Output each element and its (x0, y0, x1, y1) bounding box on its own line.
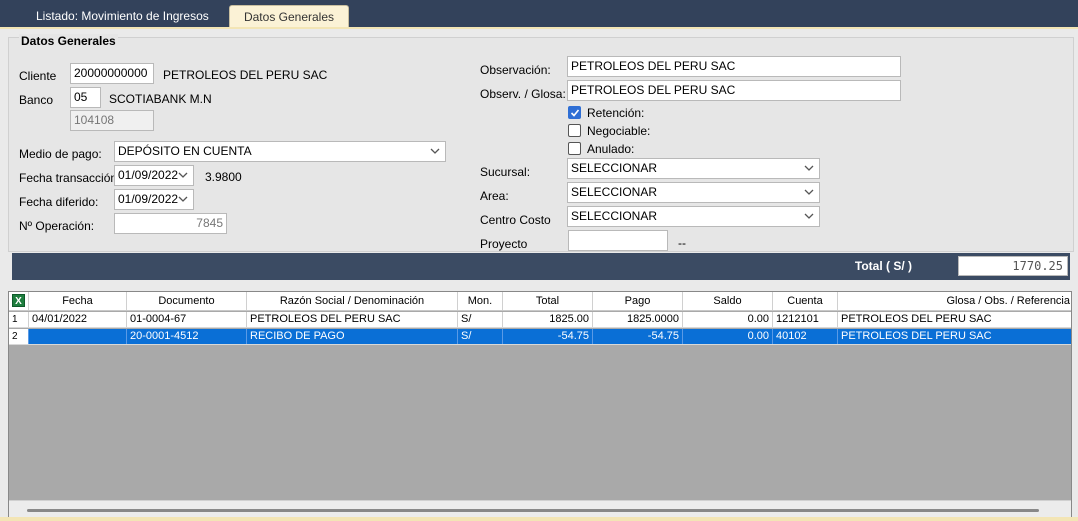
bottom-strip (0, 517, 1078, 521)
cell-cuenta: 1212101 (773, 312, 838, 327)
area-select[interactable]: SELECCIONAR (567, 182, 820, 203)
table-row[interactable]: 1 04/01/2022 01-0004-67 PETROLEOS DEL PE… (9, 312, 1071, 328)
cell-moneda: S/ (458, 329, 503, 344)
cell-documento: 20-0001-4512 (127, 329, 247, 344)
proyecto-suffix: -- (678, 236, 686, 250)
anulado-label: Anulado: (587, 142, 635, 156)
banco-account-field: 104108 (70, 110, 154, 131)
banco-code-input[interactable]: 05 (70, 87, 101, 108)
cell-saldo: 0.00 (683, 312, 773, 327)
col-header-cuenta[interactable]: Cuenta (773, 292, 838, 310)
area-value: SELECCIONAR (571, 185, 658, 199)
export-excel-cell[interactable]: X (9, 292, 29, 310)
group-title: Datos Generales (19, 34, 118, 48)
cell-total: -54.75 (503, 329, 593, 344)
chevron-down-icon (178, 172, 188, 178)
glosa-input[interactable]: PETROLEOS DEL PERU SAC (567, 80, 901, 101)
excel-icon[interactable]: X (12, 294, 25, 307)
fecha-transaccion-picker[interactable]: 01/09/2022 (114, 165, 194, 186)
proyecto-label: Proyecto (480, 237, 528, 251)
tab-bar: Listado: Movimiento de Ingresos Datos Ge… (0, 0, 1078, 28)
total-value: 1770.25 (958, 256, 1068, 276)
cliente-label: Cliente (19, 69, 57, 83)
glosa-label: Observ. / Glosa: (480, 87, 566, 101)
centro-costo-label: Centro Costo (480, 213, 551, 227)
sucursal-value: SELECCIONAR (571, 161, 658, 175)
tab-listado[interactable]: Listado: Movimiento de Ingresos (26, 5, 219, 27)
chevron-down-icon (804, 165, 814, 171)
observacion-label: Observación: (480, 63, 551, 77)
tab-datos-generales[interactable]: Datos Generales (229, 5, 349, 28)
negociable-checkbox[interactable] (568, 124, 581, 137)
chevron-down-icon (804, 213, 814, 219)
row-number: 2 (9, 329, 29, 344)
sucursal-label: Sucursal: (480, 165, 531, 179)
table-row[interactable]: 2 20-0001-4512 RECIBO DE PAGO S/ -54.75 … (9, 329, 1071, 345)
centro-costo-value: SELECCIONAR (571, 209, 658, 223)
banco-label: Banco (19, 93, 54, 107)
negociable-label: Negociable: (587, 124, 651, 138)
cell-glosa: PETROLEOS DEL PERU SAC (841, 330, 992, 342)
datos-generales-group: Datos Generales Cliente 20000000000 PETR… (8, 34, 1074, 252)
banco-name: SCOTIABANK M.N (109, 92, 212, 106)
cell-razon-social: PETROLEOS DEL PERU SAC (247, 312, 458, 327)
chevron-down-icon (178, 196, 188, 202)
cell-glosa: PETROLEOS DEL PERU SAC (841, 313, 992, 325)
medio-pago-select[interactable]: DEPÓSITO EN CUENTA (114, 141, 446, 162)
retencion-label: Retención: (587, 106, 645, 120)
total-bar: Total ( S/ ) 1770.25 (12, 253, 1070, 280)
sucursal-select[interactable]: SELECCIONAR (567, 158, 820, 179)
fecha-transaccion-value: 01/09/2022 (118, 168, 179, 182)
cell-moneda: S/ (458, 312, 503, 327)
tipo-cambio: 3.9800 (205, 170, 242, 184)
cell-pago: 1825.0000 (593, 312, 683, 327)
area-label: Area: (480, 189, 509, 203)
cell-saldo: 0.00 (683, 329, 773, 344)
check-icon (570, 109, 580, 117)
cell-cuenta: 40102 (773, 329, 838, 344)
cell-fecha: 04/01/2022 (29, 312, 127, 327)
col-header-pago[interactable]: Pago (593, 292, 683, 310)
operacion-label: Nº Operación: (19, 219, 95, 233)
col-header-glosa[interactable]: Glosa / Obs. / Referencia (838, 292, 1071, 310)
cell-fecha (29, 329, 127, 344)
detail-grid[interactable]: X Fecha Documento Razón Social / Denomin… (8, 291, 1072, 519)
main-panel: Datos Generales Cliente 20000000000 PETR… (0, 27, 1078, 521)
anulado-checkbox[interactable] (568, 142, 581, 155)
fecha-diferido-value: 01/09/2022 (118, 192, 179, 206)
col-header-total[interactable]: Total (503, 292, 593, 310)
centro-costo-select[interactable]: SELECCIONAR (567, 206, 820, 227)
chevron-down-icon (804, 189, 814, 195)
fecha-diferido-picker[interactable]: 01/09/2022 (114, 189, 194, 210)
observacion-input[interactable]: PETROLEOS DEL PERU SAC (567, 56, 901, 77)
operacion-input[interactable]: 7845 (114, 213, 227, 234)
col-header-razon-social[interactable]: Razón Social / Denominación (247, 292, 458, 310)
col-header-documento[interactable]: Documento (127, 292, 247, 310)
scrollbar-thumb[interactable] (27, 509, 1039, 512)
cell-pago: -54.75 (593, 329, 683, 344)
medio-pago-label: Medio de pago: (19, 147, 102, 161)
col-header-moneda[interactable]: Mon. (458, 292, 503, 310)
col-header-fecha[interactable]: Fecha (29, 292, 127, 310)
chevron-down-icon (430, 148, 440, 154)
cell-total: 1825.00 (503, 312, 593, 327)
cell-documento: 01-0004-67 (127, 312, 247, 327)
horizontal-scrollbar[interactable] (9, 500, 1071, 518)
cliente-name: PETROLEOS DEL PERU SAC (163, 68, 328, 82)
total-label: Total ( S/ ) (854, 259, 912, 273)
cell-razon-social: RECIBO DE PAGO (247, 329, 458, 344)
grid-header: X Fecha Documento Razón Social / Denomin… (9, 292, 1071, 311)
fecha-transaccion-label: Fecha transacción: (19, 171, 121, 185)
retencion-checkbox[interactable] (568, 106, 581, 119)
proyecto-input[interactable] (568, 230, 668, 251)
fecha-diferido-label: Fecha diferido: (19, 195, 99, 209)
col-header-saldo[interactable]: Saldo (683, 292, 773, 310)
cliente-code-input[interactable]: 20000000000 (70, 63, 154, 84)
medio-pago-value: DEPÓSITO EN CUENTA (118, 144, 252, 158)
row-number: 1 (9, 312, 29, 327)
